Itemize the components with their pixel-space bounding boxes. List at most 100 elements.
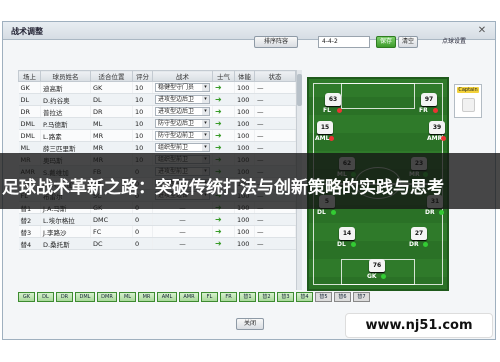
player-shirt-icon[interactable]: 15 [317, 121, 333, 134]
position-tab[interactable]: DR [56, 292, 73, 302]
player-shirt-icon[interactable]: 14 [339, 227, 355, 240]
tactic-select[interactable]: 稳健型守门员 ▾ [155, 83, 210, 92]
player-shirt-icon[interactable]: 97 [421, 93, 437, 106]
tactic-value: 防守型边前卫 [158, 132, 195, 139]
position-tab[interactable]: ML [119, 292, 136, 302]
position-tab[interactable]: 替7 [353, 292, 370, 302]
column-header[interactable]: 球员姓名 [40, 70, 91, 82]
morale-arrow-icon: ➜ [215, 239, 222, 248]
player-shirt-icon[interactable]: 39 [429, 121, 445, 134]
tactic-select[interactable]: 进攻型边后卫 ▾ [155, 95, 210, 104]
morale-cell: ➜ [212, 237, 235, 250]
fit-position-cell: FC [90, 225, 133, 238]
fit-position-cell: DR [90, 105, 133, 118]
position-tab[interactable]: FR [220, 292, 237, 302]
player-position-cell: DR [18, 105, 41, 118]
status-dot-icon [423, 242, 428, 247]
table-row[interactable]: GK 迪高斯 GK 10 稳健型守门员 ▾ ➜ 100— [18, 81, 296, 94]
scrollbar-thumb[interactable] [297, 74, 302, 106]
fit-position-cell: ML [90, 117, 133, 130]
position-tab[interactable]: AMR [179, 292, 199, 302]
player-name-cell: 迪高斯 [40, 81, 91, 94]
status-cell: — [254, 237, 296, 250]
table-row[interactable]: DML P.马德斯 ML 10 防守型边后卫 ▾ ➜ 100— [18, 117, 296, 130]
position-tab[interactable]: DMR [97, 292, 117, 302]
column-header[interactable]: 场上 [18, 70, 41, 82]
captain-slot[interactable]: Captain [454, 84, 482, 118]
penalty-settings-link[interactable]: 点球设置 [442, 36, 482, 48]
banner-title: 足球战术革新之路：突破传统打法与创新策略的实践与思考 [2, 178, 444, 198]
table-row[interactable]: 替4 D.桑托斯 DC 0— ➜ 100— [18, 237, 296, 250]
captain-shirt-icon [462, 98, 475, 112]
table-row[interactable]: DR 普拉达 DR 10 进攻型边后卫 ▾ ➜ 100— [18, 105, 296, 118]
player-shirt-icon[interactable]: 27 [411, 227, 427, 240]
fit-position-cell: MR [90, 141, 133, 154]
column-header[interactable]: 士气 [212, 70, 235, 82]
status-dot-icon [329, 136, 334, 141]
position-tab[interactable]: DL [37, 292, 54, 302]
position-tab[interactable]: FL [201, 292, 218, 302]
chevron-down-icon: ▾ [202, 108, 209, 115]
window-title: 战术调整 [11, 27, 43, 36]
stamina-cell: 100 [234, 225, 255, 238]
rating-cell: 0 [132, 237, 153, 250]
rating-cell: 10 [132, 141, 153, 154]
overlay-banner: 足球战术革新之路：突破传统打法与创新策略的实践与思考 [0, 153, 500, 209]
status-dot-icon [331, 210, 336, 215]
column-header[interactable]: 体能 [234, 70, 255, 82]
save-button[interactable]: 保存 [376, 36, 396, 48]
morale-arrow-icon: ➜ [215, 119, 222, 128]
table-row[interactable]: 替2 L.埃尔格拉 DMC 0— ➜ 100— [18, 213, 296, 226]
formation-value: 4-4-2 [322, 38, 338, 45]
tactic-select[interactable]: 进攻型边后卫 ▾ [155, 107, 210, 116]
column-header[interactable]: 评分 [132, 70, 153, 82]
table-row[interactable]: 替3 J.李路沙 FC 0— ➜ 100— [18, 225, 296, 238]
position-tab[interactable]: AML [157, 292, 177, 302]
clear-button[interactable]: 清空 [398, 36, 418, 48]
position-tab[interactable]: 替3 [277, 292, 294, 302]
position-tab[interactable]: DML [75, 292, 95, 302]
tactic-select[interactable]: 防守型边前卫 ▾ [155, 131, 210, 140]
position-tab[interactable]: MR [138, 292, 155, 302]
stamina-cell: 100 [234, 129, 255, 142]
rating-cell: 0 [132, 213, 153, 226]
position-tab[interactable]: 替1 [239, 292, 256, 302]
table-row[interactable]: DL D.约谷奥 DL 10 进攻型边后卫 ▾ ➜ 100— [18, 93, 296, 106]
tactic-cell: — [152, 237, 213, 250]
player-name-cell: 薛三匹里斯 [40, 141, 91, 154]
stamina-cell: 100 [234, 141, 255, 154]
player-position-cell: 替4 [18, 237, 41, 250]
status-cell: — [254, 225, 296, 238]
rating-cell: 10 [132, 93, 153, 106]
table-row[interactable]: ML 薛三匹里斯 MR 10 组织型前卫 ▾ ➜ 100— [18, 141, 296, 154]
position-tab[interactable]: GK [18, 292, 35, 302]
close-button[interactable]: 关闭 [236, 318, 264, 330]
position-tab[interactable]: 替6 [334, 292, 351, 302]
table-row[interactable]: DML L.路素 MR 10 防守型边前卫 ▾ ➜ 100— [18, 129, 296, 142]
rating-cell: 10 [132, 105, 153, 118]
fit-position-cell: MR [90, 129, 133, 142]
stamina-cell: 100 [234, 237, 255, 250]
player-shirt-icon[interactable]: 76 [369, 259, 385, 272]
player-position-label: DL [317, 209, 326, 216]
formation-select[interactable]: 4-4-2 [318, 36, 370, 48]
player-shirt-icon[interactable]: 63 [325, 93, 341, 106]
column-header[interactable]: 适合位置 [90, 70, 133, 82]
tactic-select[interactable]: 组织型前卫 ▾ [155, 143, 210, 152]
tactic-value: 进攻型边后卫 [158, 96, 195, 103]
tactic-select[interactable]: 防守型边后卫 ▾ [155, 119, 210, 128]
position-tab[interactable]: 替2 [258, 292, 275, 302]
status-cell: — [254, 81, 296, 94]
player-position-label: FR [419, 107, 428, 114]
column-header[interactable]: 战术 [152, 70, 213, 82]
sort-lineup-button[interactable]: 排序阵容 [254, 36, 298, 48]
morale-cell: ➜ [212, 129, 235, 142]
rating-cell: 0 [132, 225, 153, 238]
position-tab[interactable]: 替5 [315, 292, 332, 302]
player-position-label: FL [323, 107, 331, 114]
position-tab[interactable]: 替4 [296, 292, 313, 302]
column-header[interactable]: 状态 [254, 70, 296, 82]
player-position-label: DR [425, 209, 435, 216]
stamina-cell: 100 [234, 213, 255, 226]
status-cell: — [254, 93, 296, 106]
